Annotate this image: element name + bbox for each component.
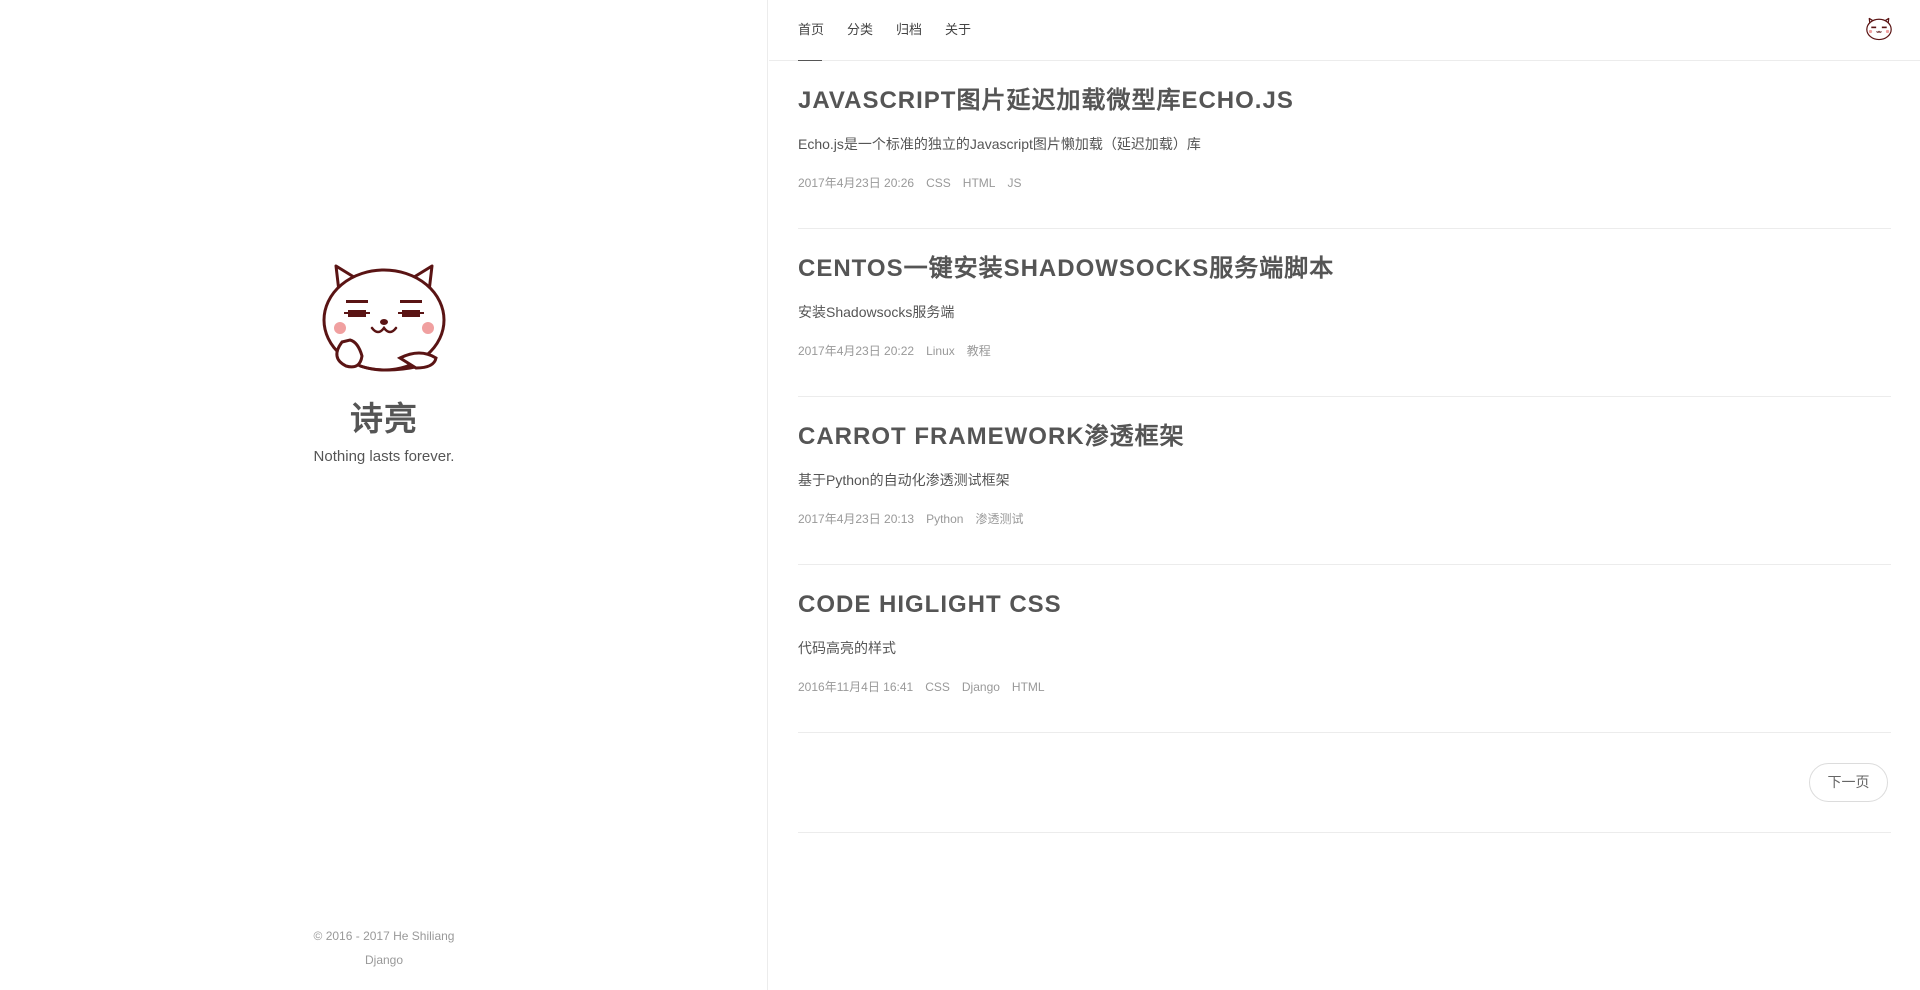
post-item: Code higlight CSS 代码高亮的样式 2016年11月4日 16:… (798, 565, 1891, 733)
pagination: 下一页 (798, 733, 1891, 833)
post-tag[interactable]: CSS (925, 679, 950, 695)
post-title[interactable]: CentOS一键安装Shadowsocks服务端脚本 (798, 254, 1334, 284)
post-tag[interactable]: 渗透测试 (975, 511, 1023, 527)
post-tag[interactable]: 教程 (967, 343, 991, 359)
post-tag[interactable]: CSS (926, 175, 951, 191)
post-item: CentOS一键安装Shadowsocks服务端脚本 安装Shadowsocks… (798, 229, 1891, 397)
post-meta: 2017年4月23日 20:22 Linux 教程 (798, 343, 1003, 359)
nav-item-categories[interactable]: 分类 (847, 21, 873, 39)
post-meta: 2016年11月4日 16:41 CSS Django HTML (798, 679, 1057, 695)
nav-item-home[interactable]: 首页 (798, 21, 824, 61)
post-date: 2017年4月23日 20:22 (798, 344, 915, 358)
post-date: 2016年11月4日 16:41 (798, 680, 914, 694)
profile: 诗亮 Nothing lasts forever. (0, 262, 768, 467)
post-title[interactable]: Javascript图片延迟加载微型库Echo.js (798, 86, 1294, 116)
next-page-button[interactable]: 下一页 (1809, 763, 1888, 802)
page: 诗亮 Nothing lasts forever. © 2016 - 2017 … (0, 0, 1920, 990)
post-tag[interactable]: Python (926, 511, 963, 527)
sidebar: 诗亮 Nothing lasts forever. © 2016 - 2017 … (0, 0, 768, 990)
nav-item-archives[interactable]: 归档 (896, 21, 922, 39)
post-date: 2017年4月23日 20:13 (798, 512, 915, 526)
post-excerpt: 基于Python的自动化渗透测试框架 (798, 472, 1010, 488)
main-content: 首页 分类 归档 关于 Javascript图片延迟加载微型库Echo.js E… (769, 0, 1920, 990)
post-item: Carrot Framework渗透框架 基于Python的自动化渗透测试框架 … (798, 397, 1891, 565)
post-title[interactable]: Code higlight CSS (798, 590, 1062, 620)
post-date: 2017年4月23日 20:26 (798, 176, 915, 190)
copyright-text: © 2016 - 2017 He Shiliang (313, 929, 455, 943)
post-tag[interactable]: Linux (926, 343, 955, 359)
post-tag[interactable]: Django (962, 679, 1000, 695)
post-tag[interactable]: HTML (963, 175, 996, 191)
post-meta: 2017年4月23日 20:26 CSS HTML JS (798, 175, 1033, 191)
post-title[interactable]: Carrot Framework渗透框架 (798, 422, 1185, 452)
top-navigation: 首页 分类 归档 关于 (769, 0, 1920, 61)
post-excerpt: 代码高亮的样式 (798, 640, 896, 656)
post-excerpt: 安装Shadowsocks服务端 (798, 304, 955, 320)
author-motto: Nothing lasts forever. (313, 448, 455, 465)
post-list: Javascript图片延迟加载微型库Echo.js Echo.js是一个标准的… (798, 61, 1891, 733)
nav-list: 首页 分类 归档 关于 (798, 21, 994, 61)
sidebar-footer: © 2016 - 2017 He Shiliang Django (0, 924, 768, 972)
cat-avatar-icon[interactable] (1866, 16, 1892, 42)
nav-item-about[interactable]: 关于 (945, 21, 971, 39)
post-tag[interactable]: JS (1007, 175, 1021, 191)
author-name: 诗亮 (350, 400, 418, 437)
post-meta: 2017年4月23日 20:13 Python 渗透测试 (798, 511, 1035, 527)
post-tag[interactable]: HTML (1012, 679, 1045, 695)
cat-avatar-icon (322, 264, 446, 372)
post-item: Javascript图片延迟加载微型库Echo.js Echo.js是一个标准的… (798, 61, 1891, 229)
post-excerpt: Echo.js是一个标准的独立的Javascript图片懒加载（延迟加载）库 (798, 136, 1201, 152)
powered-by-text: Django (364, 953, 404, 967)
